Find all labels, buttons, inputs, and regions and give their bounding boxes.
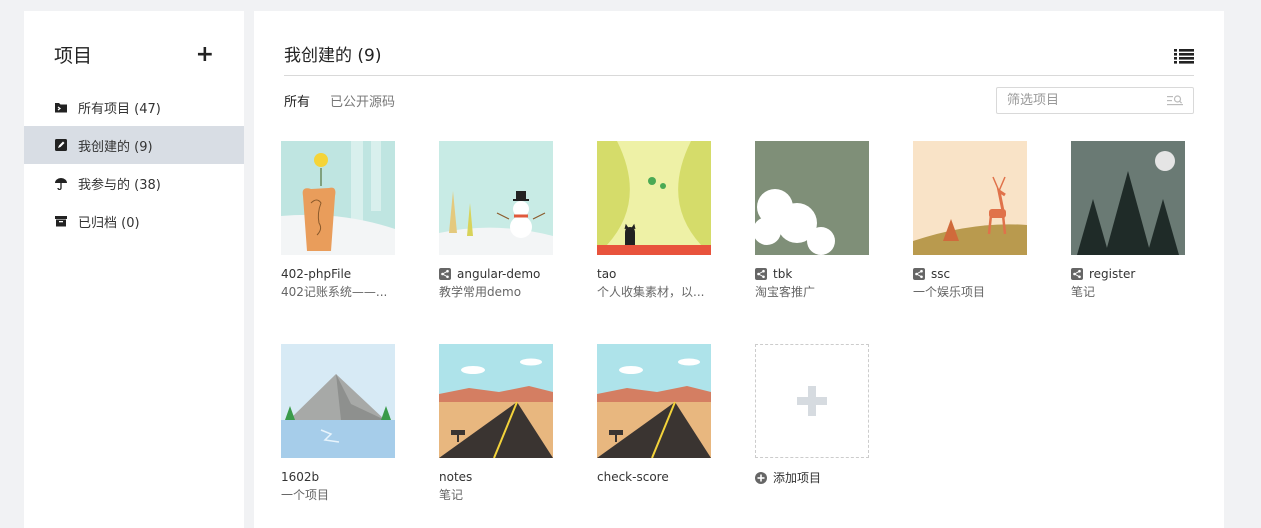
tab-open-source[interactable]: 已公开源码 <box>330 91 395 110</box>
project-desc: 淘宝客推广 <box>755 285 816 299</box>
project-name: 1602b <box>281 469 397 485</box>
project-thumbnail <box>281 344 395 458</box>
main-panel: 我创建的 (9) 所有 已公开源码 402-phpFile 402记账系统——.… <box>254 11 1224 528</box>
project-name: register <box>1071 266 1187 282</box>
edit-icon <box>54 138 68 152</box>
sidebar-item-label: 已归档 (0) <box>78 215 140 231</box>
project-name: check-score <box>597 469 713 485</box>
add-project-label: 添加项目 <box>773 471 822 485</box>
project-card-notes[interactable]: notes 笔记 <box>439 344 555 503</box>
project-name-text: check-score <box>597 470 669 484</box>
sidebar-item-created[interactable]: 我创建的 (9) <box>24 126 244 164</box>
archive-icon <box>54 214 68 228</box>
project-card-tao[interactable]: tao 个人收集素材，以... <box>597 141 713 300</box>
project-desc: 笔记 <box>1071 285 1096 299</box>
project-card-402-phpfile[interactable]: 402-phpFile 402记账系统——... <box>281 141 397 300</box>
project-name: tao <box>597 266 713 282</box>
plus-icon <box>797 386 827 416</box>
project-thumbnail <box>597 141 711 255</box>
project-thumbnail <box>913 141 1027 255</box>
project-desc: 教学常用demo <box>439 285 522 299</box>
umbrella-icon <box>54 176 68 190</box>
share-icon <box>913 268 925 280</box>
folder-icon <box>54 100 68 114</box>
project-thumbnail <box>439 344 553 458</box>
filter-search-icon <box>1167 93 1183 107</box>
project-card-angular-demo[interactable]: angular-demo 教学常用demo <box>439 141 555 300</box>
share-icon <box>755 268 767 280</box>
project-name: angular-demo <box>439 266 555 282</box>
project-name: ssc <box>913 266 1029 282</box>
filter-tabs: 所有 已公开源码 <box>284 91 395 110</box>
project-name: tbk <box>755 266 871 282</box>
filter-box <box>996 87 1194 114</box>
project-name: notes <box>439 469 555 485</box>
sidebar-item-label: 我创建的 (9) <box>78 139 153 155</box>
sidebar-nav: 所有项目 (47) 我创建的 (9) 我参与的 (38) 已归档 (0) <box>24 88 244 240</box>
project-card-check-score[interactable]: check-score <box>597 344 713 486</box>
project-name-text: angular-demo <box>457 267 541 281</box>
project-name-text: 402-phpFile <box>281 267 352 281</box>
sidebar-item-archived[interactable]: 已归档 (0) <box>24 202 244 240</box>
page-title: 我创建的 (9) <box>284 46 382 66</box>
sidebar-header: 项目 + <box>54 41 214 71</box>
project-card-1602b[interactable]: 1602b 一个项目 <box>281 344 397 503</box>
project-name-text: 1602b <box>281 470 320 484</box>
project-name-text: notes <box>439 470 473 484</box>
project-desc: 个人收集素材，以... <box>597 285 705 299</box>
project-name-text: tbk <box>773 267 793 281</box>
project-thumbnail <box>597 344 711 458</box>
project-thumbnail <box>439 141 553 255</box>
project-thumbnail <box>1071 141 1185 255</box>
filter-input[interactable] <box>997 88 1157 113</box>
tab-all[interactable]: 所有 <box>284 91 310 110</box>
add-project-button[interactable]: + <box>196 43 214 67</box>
project-card-ssc[interactable]: ssc 一个娱乐项目 <box>913 141 1029 300</box>
project-thumbnail <box>755 141 869 255</box>
project-name-text: tao <box>597 267 617 281</box>
project-desc: 一个项目 <box>281 488 330 502</box>
add-project-card[interactable]: 添加项目 <box>755 344 871 486</box>
add-project-tile[interactable] <box>755 344 869 458</box>
project-desc: 笔记 <box>439 488 464 502</box>
title-divider <box>284 75 1194 76</box>
list-view-icon[interactable] <box>1174 48 1194 64</box>
project-card-tbk[interactable]: tbk 淘宝客推广 <box>755 141 871 300</box>
sidebar: 项目 + 所有项目 (47) 我创建的 (9) 我参与的 (38) 已归档 (0… <box>24 11 244 528</box>
project-name: 402-phpFile <box>281 266 397 282</box>
project-name-text: register <box>1089 267 1136 281</box>
project-desc: 402记账系统——... <box>281 285 388 299</box>
sidebar-item-label: 我参与的 (38) <box>78 177 161 193</box>
sidebar-item-all-projects[interactable]: 所有项目 (47) <box>24 88 244 126</box>
sidebar-item-label: 所有项目 (47) <box>78 101 161 117</box>
plus-circle-icon <box>755 471 767 484</box>
share-icon <box>1071 268 1083 280</box>
project-name-text: ssc <box>931 267 951 281</box>
project-desc: 一个娱乐项目 <box>913 285 986 299</box>
project-thumbnail <box>281 141 395 255</box>
sidebar-title: 项目 <box>54 45 93 67</box>
project-card-register[interactable]: register 笔记 <box>1071 141 1187 300</box>
add-project-link[interactable]: 添加项目 <box>755 469 871 486</box>
sidebar-item-participated[interactable]: 我参与的 (38) <box>24 164 244 202</box>
share-icon <box>439 268 451 280</box>
